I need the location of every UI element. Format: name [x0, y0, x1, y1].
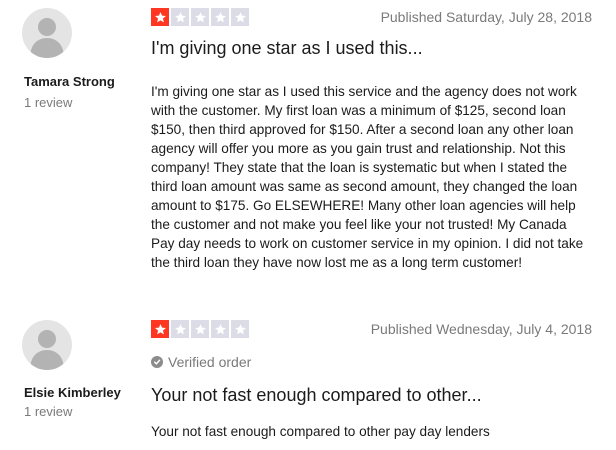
user-silhouette-icon [30, 330, 64, 370]
reviewer-name[interactable]: Elsie Kimberley [24, 385, 121, 400]
review-title[interactable]: I'm giving one star as I used this... [151, 38, 423, 59]
reviewer-review-count[interactable]: 1 review [24, 404, 72, 419]
avatar[interactable] [22, 8, 72, 58]
published-date: Published Saturday, July 28, 2018 [380, 9, 592, 25]
check-circle-icon [151, 356, 163, 368]
star-icon [171, 320, 189, 338]
review-card: Tamara Strong 1 review Published Saturda… [0, 0, 616, 300]
star-icon [191, 320, 209, 338]
star-icon [231, 8, 249, 26]
review-body: I'm giving one star as I used this servi… [151, 84, 584, 270]
star-icon [211, 8, 229, 26]
review-title[interactable]: Your not fast enough compared to other..… [151, 385, 482, 406]
star-icon [171, 8, 189, 26]
published-date: Published Wednesday, July 4, 2018 [370, 321, 592, 337]
verified-order-badge: Verified order [151, 354, 251, 370]
verified-order-label: Verified order [168, 354, 252, 370]
user-silhouette-icon [30, 18, 64, 58]
star-rating [151, 320, 249, 338]
star-rating [151, 8, 249, 26]
reviewer-review-count[interactable]: 1 review [24, 95, 72, 110]
star-icon [211, 320, 229, 338]
star-icon [151, 320, 169, 338]
star-icon [191, 8, 209, 26]
review-body: Your not fast enough compared to other p… [151, 424, 490, 439]
avatar[interactable] [22, 320, 72, 370]
star-icon [151, 8, 169, 26]
review-card: Elsie Kimberley 1 review Published Wedne… [0, 312, 616, 450]
star-icon [231, 320, 249, 338]
reviewer-name[interactable]: Tamara Strong [24, 74, 115, 89]
